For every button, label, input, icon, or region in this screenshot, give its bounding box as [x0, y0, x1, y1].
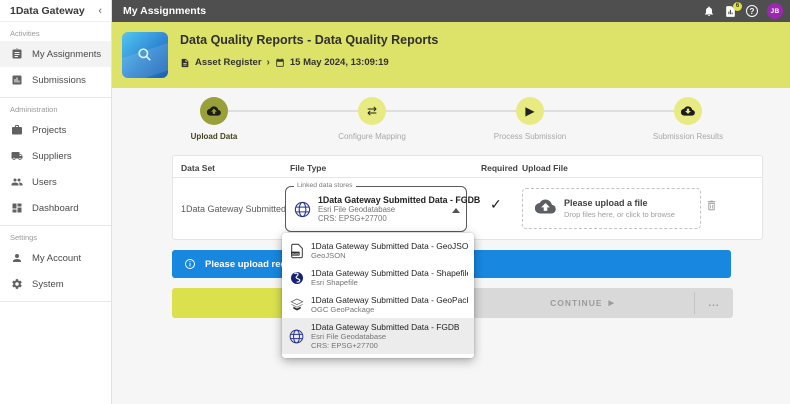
- dropdown-caret-icon: [452, 208, 460, 213]
- info-icon: [184, 258, 196, 270]
- play-icon: ▶: [525, 105, 534, 117]
- sidebar-item-submissions[interactable]: Submissions: [0, 67, 111, 93]
- sidebar-header: 1Data Gateway ‹: [0, 0, 111, 22]
- file-dropzone[interactable]: Please upload a file Drop files here, or…: [522, 188, 701, 229]
- sidebar-item-projects[interactable]: Projects: [0, 117, 111, 143]
- sidebar-item-my-assignments[interactable]: My Assignments: [0, 41, 111, 67]
- file-type-select[interactable]: Linked data stores 1Data Gateway Submitt…: [285, 186, 467, 232]
- continue-button-group: CONTINUE ▶ ...: [471, 288, 733, 318]
- sidebar-section-settings: Settings: [0, 226, 111, 245]
- gear-icon: [11, 278, 23, 290]
- sidebar-section-activities: Activities: [0, 22, 111, 41]
- fgdb-globe-icon: [288, 328, 305, 345]
- breadcrumb: Asset Register › 15 May 2024, 13:09:19: [180, 57, 389, 68]
- project-doc-icon: [180, 58, 190, 68]
- sidebar-item-suppliers[interactable]: Suppliers: [0, 143, 111, 169]
- breadcrumb-separator: ›: [267, 57, 270, 68]
- sidebar-item-users[interactable]: Users: [0, 169, 111, 195]
- sidebar-divider: [0, 301, 111, 302]
- cloud-upload-icon: [207, 104, 221, 118]
- calendar-icon: [275, 58, 285, 68]
- selected-file-type: 1Data Gateway Submitted Data - FGDB: [318, 195, 452, 205]
- dropzone-title: Please upload a file: [564, 198, 675, 208]
- app-root: 1Data Gateway ‹ Activities My Assignment…: [0, 0, 790, 404]
- notification-count-badge: 6: [733, 2, 742, 11]
- submissions-chart-icon: [11, 74, 23, 86]
- more-options-button[interactable]: ...: [695, 288, 733, 318]
- person-icon: [11, 252, 23, 264]
- table-header: Data Set File Type Required Upload File: [173, 156, 762, 178]
- help-icon[interactable]: ?: [746, 5, 758, 17]
- magnifier-icon: [135, 45, 155, 65]
- swap-arrows-icon: ⇄: [367, 105, 377, 117]
- col-data-set: Data Set: [181, 163, 215, 173]
- selected-crs: CRS: EPSG+27700: [318, 214, 452, 223]
- select-label: Linked data stores: [294, 182, 356, 189]
- col-upload-file: Upload File: [522, 163, 568, 173]
- continue-button[interactable]: CONTINUE ▶: [471, 288, 694, 318]
- assignment-title: Data Quality Reports - Data Quality Repo…: [180, 33, 438, 47]
- dashboard-grid-icon: [11, 202, 23, 214]
- app-title: 1Data Gateway: [10, 5, 85, 17]
- breadcrumb-date: 15 May 2024, 13:09:19: [290, 57, 389, 68]
- shapefile-globe-icon: [288, 270, 305, 286]
- required-check-icon: ✓: [490, 196, 502, 213]
- sidebar-item-system[interactable]: System: [0, 271, 111, 297]
- cloud-download-icon: [681, 104, 695, 118]
- fgdb-globe-icon: [293, 200, 312, 219]
- notifications-bell-icon[interactable]: [703, 5, 715, 17]
- breadcrumb-project[interactable]: Asset Register: [195, 57, 262, 68]
- wizard-stepper: Upload Data ⇄ Configure Mapping ▶ Proces…: [135, 97, 767, 145]
- step-submission-results[interactable]: Submission Results: [609, 97, 767, 145]
- upload-table: Data Set File Type Required Upload File …: [172, 155, 763, 240]
- svg-text:JSON: JSON: [291, 251, 299, 255]
- step-configure-mapping[interactable]: ⇄ Configure Mapping: [293, 97, 451, 145]
- sidebar-item-my-account[interactable]: My Account: [0, 245, 111, 271]
- step-upload-data[interactable]: Upload Data: [135, 97, 293, 145]
- upload-cloud-icon: [535, 196, 556, 222]
- file-type-dropdown-menu: JSON 1Data Gateway Submitted Data - GeoJ…: [282, 233, 474, 358]
- option-geojson[interactable]: JSON 1Data Gateway Submitted Data - GeoJ…: [282, 237, 474, 264]
- sidebar-section-administration: Administration: [0, 98, 111, 117]
- truck-icon: [11, 150, 23, 162]
- page-title: My Assignments: [112, 5, 703, 17]
- dropzone-subtitle: Drop files here, or click to browse: [564, 210, 675, 219]
- submissions-report-icon[interactable]: 6: [724, 5, 737, 18]
- step-process-submission[interactable]: ▶ Process Submission: [451, 97, 609, 145]
- users-group-icon: [11, 176, 23, 188]
- briefcase-icon: [11, 124, 23, 136]
- table-row: 1Data Gateway Submitted Data Linked data…: [173, 178, 762, 239]
- assignment-icon: [11, 48, 23, 60]
- sidebar: 1Data Gateway ‹ Activities My Assignment…: [0, 0, 112, 404]
- sidebar-item-dashboard[interactable]: Dashboard: [0, 195, 111, 221]
- avatar[interactable]: JB: [767, 3, 783, 19]
- col-file-type: File Type: [290, 163, 326, 173]
- continue-play-icon: ▶: [609, 299, 615, 307]
- delete-file-icon[interactable]: [705, 199, 718, 217]
- option-fgdb[interactable]: 1Data Gateway Submitted Data - FGDB Esri…: [282, 318, 474, 354]
- option-geopackage[interactable]: 1Data Gateway Submitted Data - GeoPackag…: [282, 291, 474, 318]
- option-shapefile[interactable]: 1Data Gateway Submitted Data - Shapefile…: [282, 264, 474, 291]
- geopackage-box-icon: [288, 297, 305, 313]
- col-required: Required: [481, 163, 518, 173]
- assignment-thumbnail: [122, 32, 168, 78]
- geojson-file-icon: JSON: [288, 243, 305, 259]
- topbar: My Assignments 6 ? JB: [112, 0, 790, 22]
- assignment-header: Data Quality Reports - Data Quality Repo…: [112, 22, 790, 88]
- sidebar-collapse-icon[interactable]: ‹: [98, 5, 102, 17]
